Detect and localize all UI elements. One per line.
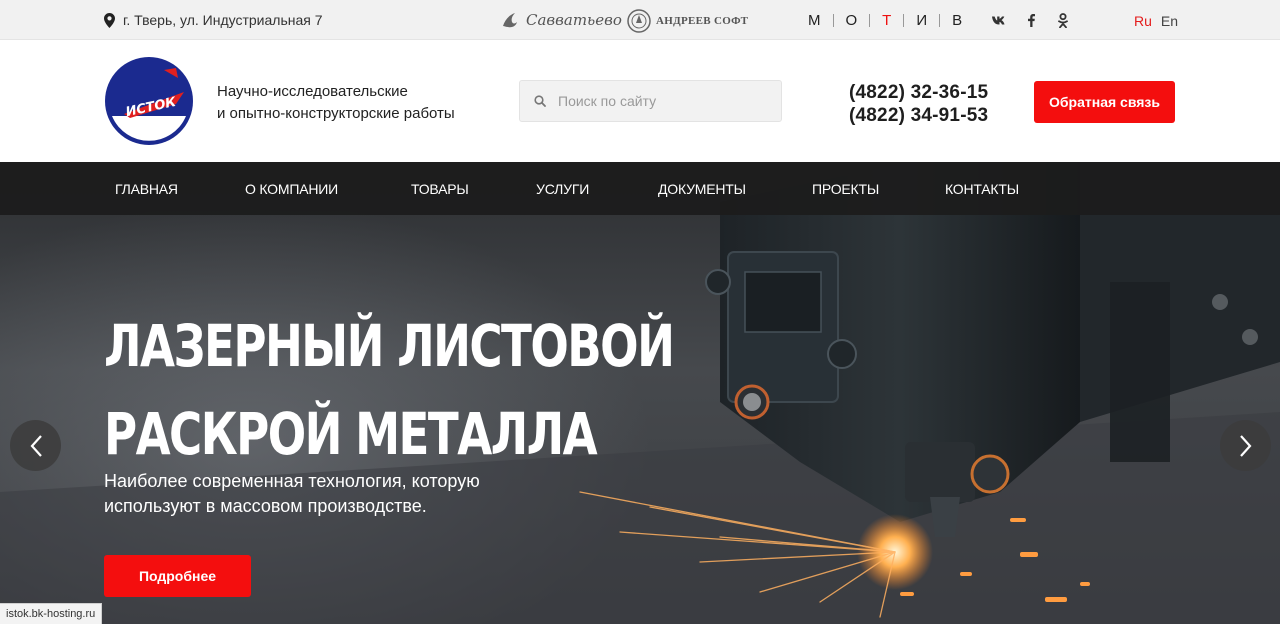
search-box[interactable] [519, 80, 782, 122]
vk-icon[interactable] [991, 12, 1007, 28]
hero-subtitle-line-2: используют в массовом производстве. [104, 496, 427, 516]
slider-next-button[interactable] [1220, 420, 1271, 471]
nav-item-about[interactable]: О КОМПАНИИ [245, 181, 338, 197]
tagline-line-2: и опытно-конструкторские работы [217, 105, 455, 122]
hero-slider: Лазерный листовой раскрой металла Наибол… [0, 162, 1280, 624]
language-switcher: Ru En [1134, 13, 1178, 29]
search-input[interactable] [558, 93, 758, 109]
nav-item-products[interactable]: ТОВАРЫ [411, 181, 469, 197]
hero-title: Лазерный листовой раскрой металла [104, 302, 675, 478]
company-tagline: Научно-исследовательские и опытно-констр… [217, 81, 455, 125]
motiv-letter: В [952, 12, 963, 29]
facebook-icon[interactable] [1023, 12, 1039, 28]
savvatyevo-emblem-icon [503, 13, 517, 28]
top-bar: г. Тверь, ул. Индустриальная 7 Савватьев… [0, 0, 1280, 40]
phone-1[interactable]: (4822) 32-36-15 [849, 81, 988, 104]
hero-subtitle: Наиболее современная технология, которую… [104, 469, 524, 519]
istok-logo-icon: ИСТОК [105, 57, 193, 145]
browser-status-url: istok.bk-hosting.ru [0, 603, 103, 624]
nav-item-home[interactable]: ГЛАВНАЯ [115, 181, 178, 197]
andreev-text: АНДРЕЕВ СОФТ [656, 15, 749, 27]
motiv-letter: И [916, 12, 928, 29]
chevron-left-icon [30, 434, 42, 457]
partner-logo-andreev-soft[interactable]: АНДРЕЕВ СОФТ [627, 9, 748, 33]
partner-logo-savvatyevo[interactable]: Савватьево [499, 9, 622, 31]
hero-title-line-2: раскрой металла [104, 400, 598, 468]
location-pin-icon [104, 12, 115, 28]
lang-ru[interactable]: Ru [1134, 13, 1152, 29]
social-links [991, 12, 1071, 28]
motiv-letter: Т [882, 12, 892, 29]
address-text: г. Тверь, ул. Индустриальная 7 [123, 12, 323, 28]
more-button[interactable]: Подробнее [104, 555, 251, 597]
lang-en[interactable]: En [1161, 13, 1178, 29]
search-icon [534, 95, 546, 107]
nav-item-contacts[interactable]: КОНТАКТЫ [945, 181, 1019, 197]
callback-button[interactable]: Обратная связь [1034, 81, 1175, 123]
motiv-letter: М [808, 12, 821, 29]
nav-item-projects[interactable]: ПРОЕКТЫ [812, 181, 879, 197]
site-logo[interactable]: ИСТОК [104, 56, 194, 146]
odnoklassniki-icon[interactable] [1055, 12, 1071, 28]
phone-2[interactable]: (4822) 34-91-53 [849, 104, 988, 127]
phone-numbers: (4822) 32-36-15 (4822) 34-91-53 [849, 81, 988, 127]
tagline-line-1: Научно-исследовательские [217, 83, 408, 100]
main-nav: ГЛАВНАЯ О КОМПАНИИ ТОВАРЫ УСЛУГИ ДОКУМЕН… [0, 162, 1280, 215]
partner-logo-motiv[interactable]: М О Т И В [808, 12, 962, 29]
nav-item-documents[interactable]: ДОКУМЕНТЫ [658, 181, 746, 197]
site-header: ИСТОК Научно-исследовательские и опытно-… [0, 40, 1280, 162]
hero-title-line-1: Лазерный листовой [104, 312, 675, 380]
motiv-letter: О [845, 12, 858, 29]
slider-prev-button[interactable] [10, 420, 61, 471]
savvatyevo-text: Савватьево [526, 11, 622, 29]
address: г. Тверь, ул. Индустриальная 7 [104, 12, 323, 28]
chevron-right-icon [1239, 434, 1251, 457]
nav-item-services[interactable]: УСЛУГИ [536, 181, 589, 197]
hero-subtitle-line-1: Наиболее современная технология, которую [104, 471, 480, 491]
andreev-emblem-icon [627, 9, 651, 33]
